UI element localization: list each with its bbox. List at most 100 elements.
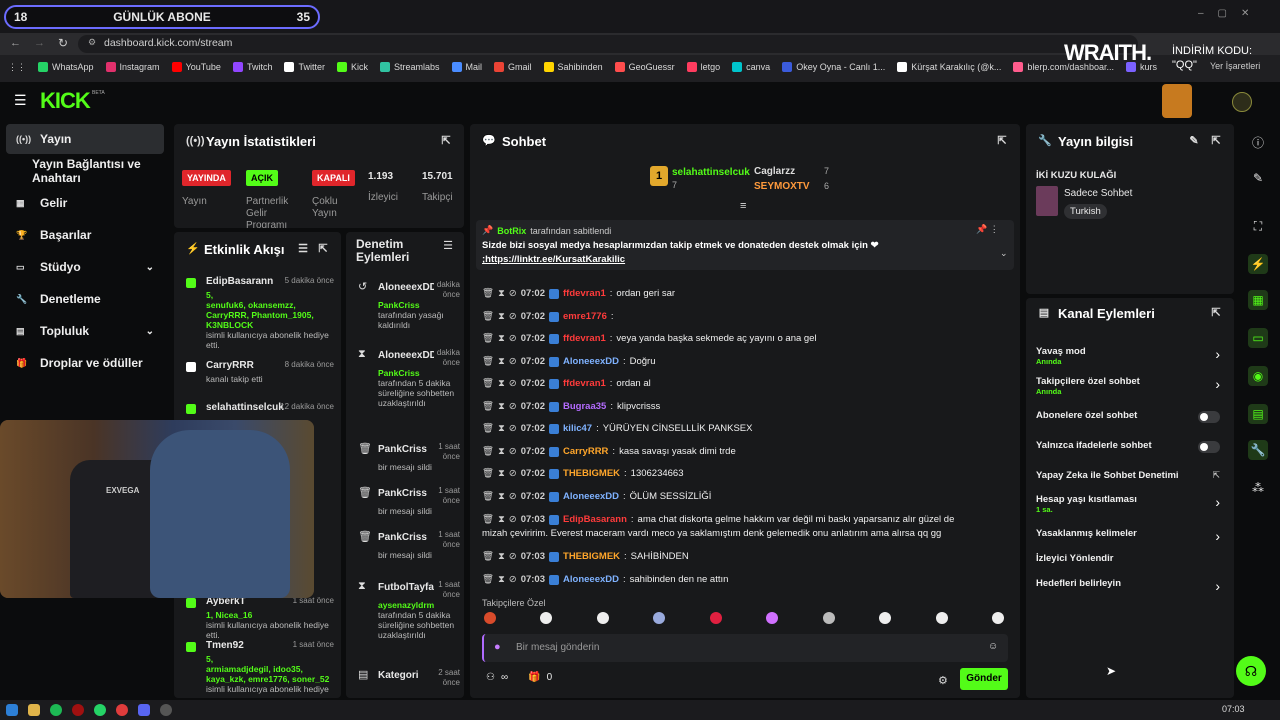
bookmark-label[interactable]: GeoGuessr <box>629 62 675 72</box>
ban-icon[interactable]: ⊘ <box>509 468 517 479</box>
bookmark-item[interactable]: Sahibinden <box>543 62 603 72</box>
chat-username[interactable]: ffdevran1 <box>563 378 606 389</box>
language-tag[interactable]: Turkish <box>1064 204 1107 219</box>
bookmark-item[interactable]: Gmail <box>494 62 532 72</box>
chevron-down-icon[interactable]: ⌄ <box>146 262 154 273</box>
bookmark-item[interactable]: Twitter <box>284 62 325 72</box>
mod-user[interactable]: PankCriss <box>378 532 434 543</box>
nav-item[interactable]: ▤ Topluluk ⌄ <box>6 316 164 346</box>
ban-icon[interactable]: ⊘ <box>509 333 517 344</box>
popout-icon[interactable]: ⇱ <box>996 135 1008 147</box>
chevron-right-icon[interactable]: › <box>1215 346 1220 362</box>
delete-icon[interactable]: 🗑 <box>482 401 494 412</box>
third-gifter-name[interactable]: SEYMOXTV <box>754 181 810 192</box>
activity-user[interactable]: selahattinselcuk <box>206 402 284 413</box>
bookmark-label[interactable]: letgo <box>701 62 721 72</box>
timeout-icon[interactable]: ⧗ <box>498 288 505 299</box>
edit-icon[interactable]: ✎ <box>1248 168 1268 188</box>
stats-icon[interactable]: ▦ <box>1248 290 1268 310</box>
emote-icon[interactable] <box>991 612 1004 624</box>
bookmark-item[interactable]: Okey Oyna - Canlı 1... <box>782 62 885 72</box>
nav-item[interactable]: 🏆 Başarılar <box>6 220 164 250</box>
bookmark-item[interactable]: Mail <box>451 62 483 72</box>
top-gifter-name[interactable]: selahattinselcuk <box>672 167 750 178</box>
emote-icon[interactable] <box>484 612 496 624</box>
mod-user[interactable]: Kategori <box>378 670 434 681</box>
mod-user[interactable]: PankCriss <box>378 444 434 455</box>
delete-icon[interactable]: 🗑 <box>482 468 494 479</box>
mod-user[interactable]: FutbolTayfa94 <box>378 582 434 593</box>
chat-input-placeholder[interactable]: Bir mesaj gönderin <box>516 642 599 653</box>
delete-icon[interactable]: 🗑 <box>482 356 494 367</box>
mic-icon[interactable]: ● <box>494 641 501 653</box>
site-info-icon[interactable]: ⚙ <box>88 37 96 48</box>
toggle-switch[interactable] <box>1198 411 1220 423</box>
second-gifter-name[interactable]: Caglarzz <box>754 166 795 177</box>
chat-username[interactable]: CarryRRR <box>563 446 608 457</box>
bookmark-item[interactable]: GeoGuessr <box>614 62 675 72</box>
chat-username[interactable]: EdipBasarann <box>563 514 627 525</box>
delete-icon[interactable]: 🗑 <box>482 311 494 322</box>
timeout-icon[interactable]: ⧗ <box>498 378 505 389</box>
windows-start-icon[interactable] <box>6 704 18 716</box>
bookmark-item[interactable]: Streamlabs <box>379 62 440 72</box>
ban-icon[interactable]: ⊘ <box>509 401 517 412</box>
delete-icon[interactable]: 🗑 <box>482 446 494 457</box>
pin-link[interactable]: ;https://linktr.ee/KursatKarakilic <box>482 254 625 265</box>
forward-icon[interactable]: → <box>34 37 45 49</box>
bookmark-label[interactable]: WhatsApp <box>52 62 94 72</box>
chevron-right-icon[interactable]: › <box>1215 376 1220 392</box>
timeout-icon[interactable]: ⧗ <box>498 333 505 344</box>
bookmark-item[interactable]: Twitch <box>232 62 272 72</box>
reload-icon[interactable]: ↻ <box>58 36 68 50</box>
wrench-icon[interactable]: 🔧 <box>1248 440 1268 460</box>
bookmark-item[interactable]: YouTube <box>171 62 221 72</box>
profile-avatar[interactable] <box>1232 92 1252 112</box>
emote-icon[interactable] <box>935 612 948 624</box>
timeout-icon[interactable]: ⧗ <box>498 401 505 412</box>
activity-user[interactable]: EdipBasarann <box>206 276 273 287</box>
timeout-icon[interactable]: ⧗ <box>498 551 505 562</box>
nav-item[interactable]: 🔧 Denetleme <box>6 284 164 314</box>
users-icon[interactable]: ⁂ <box>1248 478 1268 498</box>
discord-icon[interactable] <box>138 704 150 716</box>
delete-icon[interactable]: 🗑 <box>482 333 494 344</box>
nav-item[interactable]: ▦ Gelir <box>6 188 164 218</box>
toggle-switch[interactable] <box>1198 441 1220 453</box>
nav-item[interactable]: ((•)) Yayın <box>6 124 164 154</box>
emote-icon[interactable] <box>709 612 722 624</box>
expand-icon[interactable]: ≡ <box>740 200 746 212</box>
chat-username[interactable]: AloneeexDD <box>563 356 619 367</box>
delete-icon[interactable]: 🗑 <box>482 423 494 434</box>
bookmark-label[interactable]: Mail <box>466 62 483 72</box>
bookmark-label[interactable]: YouTube <box>186 62 221 72</box>
delete-icon[interactable]: 🗑 <box>482 514 494 525</box>
bookmark-label[interactable]: Twitter <box>298 62 325 72</box>
ban-icon[interactable]: ⊘ <box>509 288 517 299</box>
apps-icon[interactable]: ⋮⋮ <box>8 62 26 73</box>
chrome-icon[interactable] <box>116 704 128 716</box>
chat-icon[interactable]: ▭ <box>1248 328 1268 348</box>
ban-icon[interactable]: ⊘ <box>509 311 517 322</box>
mod-icon[interactable]: ▤ <box>1248 404 1268 424</box>
activity-user[interactable]: Tmen92 <box>206 640 244 651</box>
bookmark-label[interactable]: Sahibinden <box>558 62 603 72</box>
timeout-icon[interactable]: ⧗ <box>498 446 505 457</box>
bookmark-label[interactable]: Kick <box>351 62 368 72</box>
timeout-icon[interactable]: ⧗ <box>498 311 505 322</box>
nav-item[interactable]: Yayın Bağlantısı ve Anahtarı <box>6 156 164 186</box>
chevron-right-icon[interactable]: › <box>1215 528 1220 544</box>
kick-logo[interactable]: KICK <box>40 88 91 114</box>
bookmark-label[interactable]: canva <box>746 62 770 72</box>
delete-icon[interactable]: 🗑 <box>482 551 494 562</box>
ban-icon[interactable]: ⊘ <box>509 551 517 562</box>
chat-username[interactable]: AloneeexDD <box>563 574 619 585</box>
chat-username[interactable]: kilic47 <box>563 423 592 434</box>
unpin-icon[interactable]: 📌 ⋮ <box>976 224 999 235</box>
address-bar[interactable] <box>78 35 1138 53</box>
timeout-icon[interactable]: ⧗ <box>498 514 505 525</box>
delete-icon[interactable]: 🗑 <box>482 574 494 585</box>
mod-user[interactable]: AloneeexDD <box>378 350 434 361</box>
ban-icon[interactable]: ⊘ <box>509 446 517 457</box>
bookmark-item[interactable]: letgo <box>686 62 721 72</box>
